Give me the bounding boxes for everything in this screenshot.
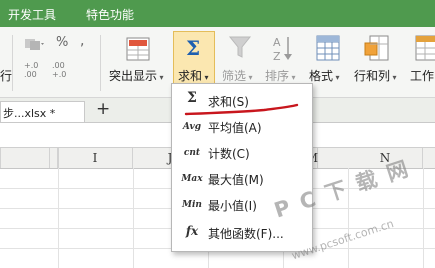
menu-item-count-label: 计数(C) [208,147,250,161]
menu-bar: 开发工具 特色功能 [0,0,435,27]
menu-item-max-label: 最大值(M) [208,173,264,187]
worksheet-icon[interactable] [414,35,435,61]
menu-item-other-functions[interactable]: fx 其他函数(F)... [172,220,312,246]
max-icon: Max [181,174,203,184]
average-icon: Avg [182,122,202,132]
comma-style-button[interactable]: , [80,33,84,49]
menu-item-min-label: 最小值(I) [208,199,257,213]
grid-col-line [58,168,59,268]
rows-columns-label: 行和列 [354,69,391,83]
decrease-decimal-button[interactable]: .00 +.0 [52,61,72,79]
chevron-down-icon: ▾ [246,73,253,82]
sort-button[interactable]: 排序 ▾ [265,67,296,84]
highlight-label: 突出显示 [109,69,158,83]
file-tab[interactable]: 步...xlsx * [0,101,85,122]
chevron-down-icon: ▾ [390,73,397,82]
filter-label: 筛选 [222,69,247,83]
sort-icon[interactable]: A Z [271,34,295,62]
count-icon: cnt [183,148,201,158]
svg-text:Z: Z [273,50,281,62]
format-button[interactable]: 格式 ▾ [309,67,340,84]
column-header-i[interactable]: I [58,148,133,168]
add-tab-button[interactable]: + [96,99,110,119]
highlight-button[interactable]: 突出显示 ▾ [109,67,164,84]
sigma-icon: Σ [186,36,201,60]
ribbon-separator [12,35,13,91]
ribbon-separator [100,35,101,91]
autosum-label: 求和 [178,69,203,83]
min-icon: Min [182,200,202,210]
menu-item-developer-tools[interactable]: 开发工具 [8,6,56,23]
grid-col-line [423,168,424,268]
chevron-down-icon: ▾ [333,73,340,82]
file-tab-label: 步...xlsx * [3,107,56,120]
increase-decimal-button[interactable]: +.0 .00 [24,61,44,79]
function-icon: fx [185,224,199,238]
chevron-down-icon: ▾ [157,73,164,82]
format-icon[interactable] [316,35,340,61]
filter-icon[interactable] [228,35,252,61]
filter-button[interactable]: 筛选 ▾ [222,67,253,84]
red-underline-annotation [184,103,299,116]
percent-button[interactable]: % [56,35,68,50]
currency-format-icon[interactable] [24,37,44,51]
chevron-down-icon: ▾ [202,73,209,82]
svg-text:A: A [273,36,281,49]
menu-item-special-features[interactable]: 特色功能 [86,6,134,23]
menu-item-other-functions-label: 其他函数(F)... [208,227,284,241]
sort-label: 排序 [265,69,290,83]
format-label: 格式 [309,69,334,83]
menu-item-average-label: 平均值(A) [208,121,262,135]
chevron-down-icon: ▾ [289,73,296,82]
autosum-label-wrap[interactable]: 求和 ▾ [178,67,209,84]
rows-columns-icon[interactable] [364,35,390,61]
highlight-duplicates-icon[interactable] [126,37,150,61]
menu-item-count[interactable]: cnt 计数(C) [172,140,312,166]
rows-columns-button[interactable]: 行和列 ▾ [354,67,397,84]
worksheet-button[interactable]: 工作 [410,67,434,84]
row-label[interactable]: 行 [0,67,12,84]
grid-col-line [133,168,134,268]
